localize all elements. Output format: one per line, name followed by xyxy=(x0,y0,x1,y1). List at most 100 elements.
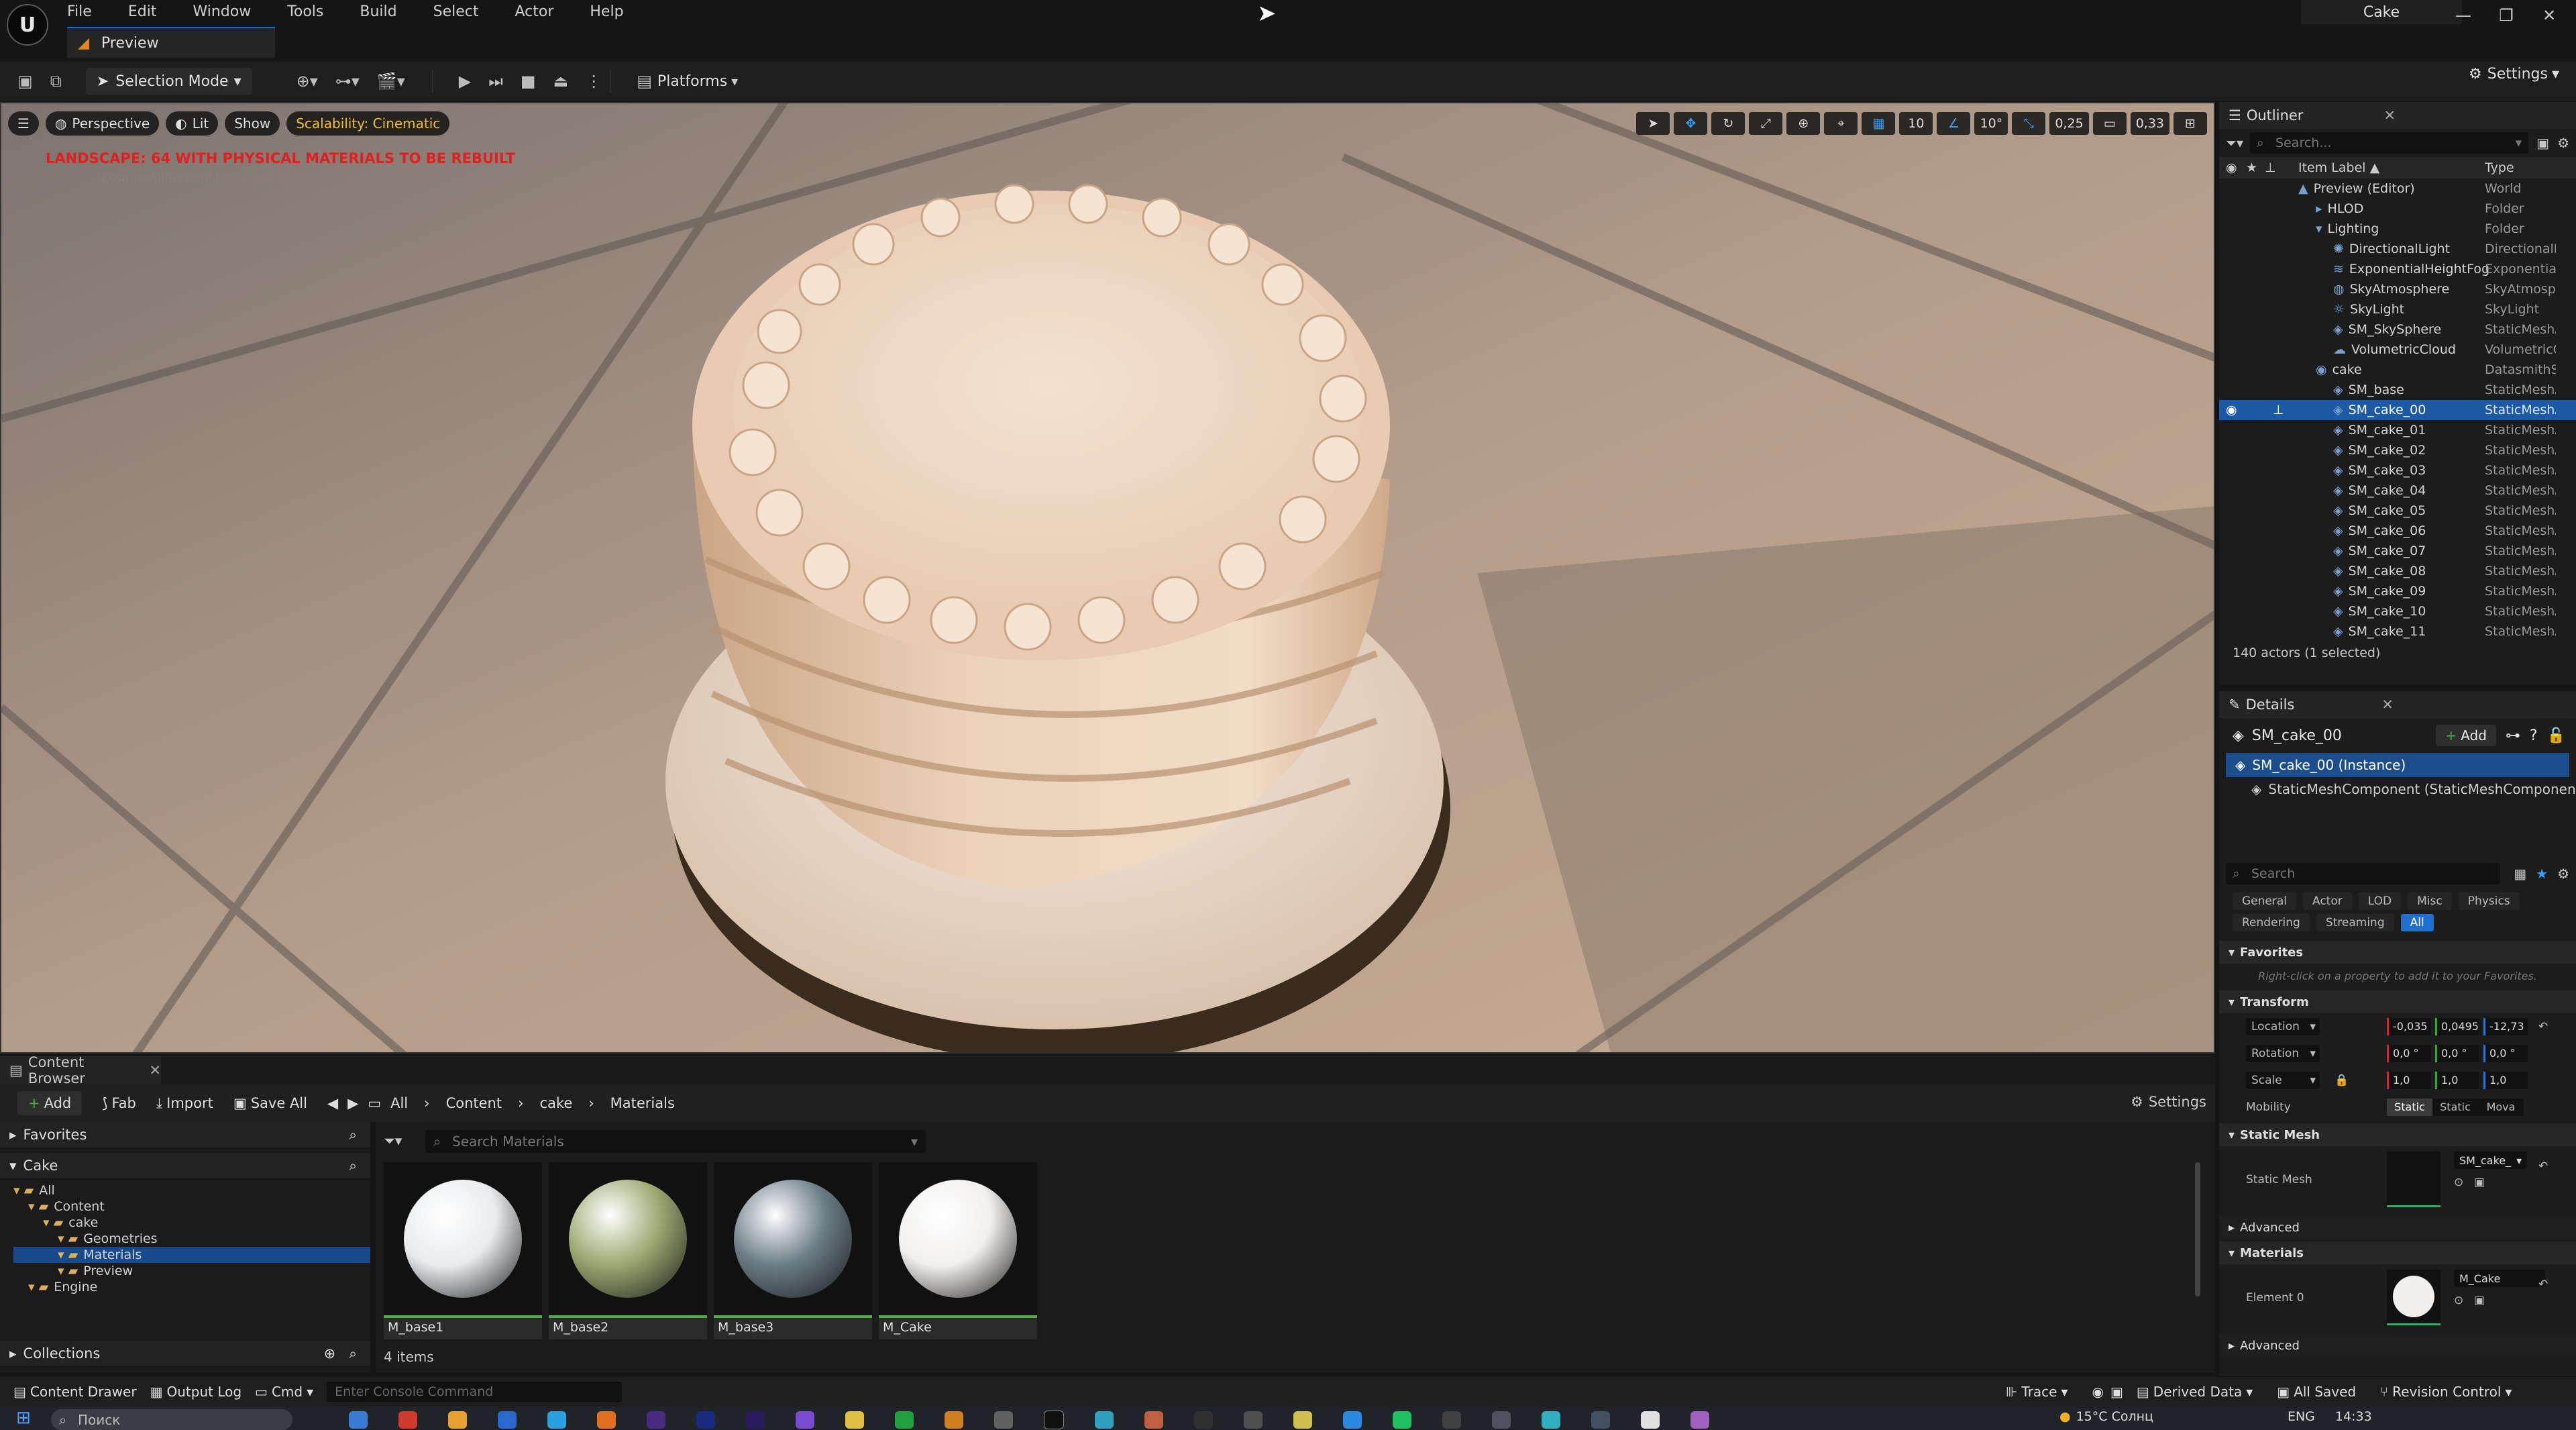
outliner-row[interactable]: ◈ SM_SkySphere StaticMeshActor xyxy=(2219,319,2576,340)
material-thumbnail[interactable] xyxy=(2387,1270,2440,1325)
app-icon[interactable] xyxy=(448,1411,467,1429)
folder-tree-item[interactable]: ▾ ▰ Content xyxy=(13,1198,370,1215)
show-button[interactable]: Show xyxy=(225,111,280,136)
component-row[interactable]: ◈ StaticMeshComponent (StaticMeshCompone… xyxy=(2219,777,2576,801)
pin-column-icon[interactable]: ⊥ xyxy=(2265,160,2276,175)
maximize-button[interactable]: ❐ xyxy=(2485,6,2528,25)
save-all-button[interactable]: ▣ Save All xyxy=(233,1095,307,1111)
visibility-icon[interactable]: ◉ xyxy=(2226,403,2237,417)
instance-row[interactable]: ◈ SM_cake_00 (Instance) xyxy=(2226,753,2569,777)
folder-tree-item[interactable]: ▾ ▰ All xyxy=(13,1182,370,1198)
filter-icon[interactable]: ⏷▾ xyxy=(2226,135,2243,151)
filter-streaming[interactable]: Streaming xyxy=(2316,914,2394,931)
asset-tile[interactable]: M_Cake xyxy=(879,1162,1037,1339)
favorites-section[interactable]: ▾ Favorites xyxy=(2219,941,2576,964)
rotation-snap-value[interactable]: 10° xyxy=(1974,112,2008,135)
app-icon[interactable] xyxy=(349,1411,368,1429)
outliner-row[interactable]: ✺ DirectionalLight DirectionalLight xyxy=(2219,239,2576,259)
app-icon[interactable] xyxy=(696,1411,715,1429)
browse-icon[interactable]: ⊙ xyxy=(2454,1176,2463,1189)
outliner-row[interactable]: ◈ SM_cake_10 StaticMeshActor xyxy=(2219,601,2576,621)
app-icon[interactable] xyxy=(498,1411,517,1429)
breadcrumb-content[interactable]: Content xyxy=(446,1095,502,1111)
rotation-y[interactable]: 0,0 ° xyxy=(2435,1045,2479,1062)
location-dropdown[interactable]: Location ▾ xyxy=(2246,1018,2320,1035)
blueprint-icon[interactable]: ⊶ xyxy=(2506,727,2520,744)
filter-physics[interactable]: Physics xyxy=(2458,892,2520,910)
taskbar-search-input[interactable]: ⌕ Поиск xyxy=(51,1409,292,1430)
folder-tree-item[interactable]: ▾ ▰ Geometries xyxy=(13,1231,370,1247)
app-icon[interactable] xyxy=(1044,1411,1064,1429)
app-icon[interactable] xyxy=(1591,1411,1610,1429)
scale-z[interactable]: 1,0 xyxy=(2483,1072,2528,1089)
outliner-row[interactable]: ◈ SM_cake_01 StaticMeshActor xyxy=(2219,420,2576,440)
content-browser-tab[interactable]: ▤ Content Browser ✕ xyxy=(0,1054,161,1086)
all-saved-button[interactable]: ▣ All Saved xyxy=(2277,1384,2356,1400)
scale-snap-icon[interactable]: ⤡ xyxy=(2012,112,2046,135)
record-icon[interactable]: ◉ xyxy=(2092,1384,2104,1400)
asset-view-scrollbar[interactable] xyxy=(2195,1162,2200,1296)
advanced-materials-section[interactable]: ▸ Advanced xyxy=(2219,1334,2576,1357)
grid-snap-icon[interactable]: ▦ xyxy=(1862,112,1896,135)
outliner-row[interactable]: ◈ SM_cake_09 StaticMeshActor xyxy=(2219,581,2576,601)
app-icon[interactable] xyxy=(1343,1411,1362,1429)
outliner-row[interactable]: ▲ Preview (Editor) World xyxy=(2219,178,2576,199)
app-icon[interactable] xyxy=(994,1411,1013,1429)
app-icon[interactable] xyxy=(796,1411,814,1429)
breadcrumb-cake[interactable]: cake xyxy=(540,1095,573,1111)
filter-icon[interactable]: ⏷▾ xyxy=(384,1133,402,1150)
type-column[interactable]: Type xyxy=(2485,160,2514,175)
play-options-icon[interactable]: ⋮ xyxy=(586,72,602,91)
item-label-column[interactable]: Item Label ▲ xyxy=(2298,160,2379,175)
menu-actor[interactable]: Actor xyxy=(515,3,554,20)
app-icon[interactable] xyxy=(547,1411,566,1429)
reset-icon[interactable]: ↶ xyxy=(2538,1160,2548,1173)
close-icon[interactable]: ✕ xyxy=(2381,697,2394,713)
app-icon[interactable] xyxy=(1641,1411,1660,1429)
rotation-z[interactable]: 0,0 ° xyxy=(2483,1045,2528,1062)
use-selected-icon[interactable]: ▣ xyxy=(2474,1176,2485,1189)
collections-section[interactable]: ▸ Collections ⊕ ⌕ xyxy=(0,1341,370,1368)
outliner-row[interactable]: ☼ SkyLight SkyLight xyxy=(2219,299,2576,319)
outliner-row[interactable]: ≋ ExponentialHeightFogExponentialHeightFo… xyxy=(2219,259,2576,279)
import-button[interactable]: ⤓ Import xyxy=(156,1095,213,1112)
add-component-button[interactable]: + Add xyxy=(2436,725,2496,746)
scale-y[interactable]: 1,0 xyxy=(2435,1072,2479,1089)
mobility-movable[interactable]: Mova xyxy=(2478,1099,2524,1116)
content-drawer-button[interactable]: ▤ Content Drawer xyxy=(13,1384,137,1400)
revision-control-button[interactable]: ⑂ Revision Control ▾ xyxy=(2380,1384,2512,1400)
outliner-row[interactable]: ◈ SM_cake_08 StaticMeshActor xyxy=(2219,561,2576,581)
filter-all[interactable]: All xyxy=(2400,914,2434,931)
grid-snap-value[interactable]: 10 xyxy=(1899,112,1933,135)
outliner-row[interactable]: ◈ SM_base StaticMeshActor xyxy=(2219,380,2576,400)
cmd-dropdown[interactable]: ▭ Cmd ▾ xyxy=(255,1384,313,1400)
favorites-star-icon[interactable]: ★ xyxy=(2536,866,2548,882)
translate-tool-icon[interactable]: ✥ xyxy=(1674,112,1708,135)
history-back-icon[interactable]: ◀ xyxy=(327,1095,338,1111)
material-picker[interactable]: M_Cake xyxy=(2454,1270,2545,1287)
filter-rendering[interactable]: Rendering xyxy=(2233,914,2310,931)
menu-edit[interactable]: Edit xyxy=(128,3,157,20)
outliner-row[interactable]: ◈ SM_cake_02 StaticMeshActor xyxy=(2219,440,2576,460)
app-icon[interactable] xyxy=(1244,1411,1263,1429)
rotate-tool-icon[interactable]: ↻ xyxy=(1711,112,1746,135)
app-icon[interactable] xyxy=(1690,1411,1709,1429)
rotation-x[interactable]: 0,0 ° xyxy=(2387,1045,2431,1062)
app-icon[interactable] xyxy=(895,1411,914,1429)
filter-misc[interactable]: Misc xyxy=(2408,892,2452,910)
reset-icon[interactable]: ↶ xyxy=(2538,1020,2548,1033)
app-icon[interactable] xyxy=(398,1411,417,1429)
location-z[interactable]: -12,73 xyxy=(2483,1018,2528,1035)
location-x[interactable]: -0,035 xyxy=(2387,1018,2431,1035)
content-browser-settings-button[interactable]: ⚙ Settings xyxy=(2131,1094,2206,1110)
breadcrumb-all[interactable]: All xyxy=(390,1095,408,1111)
step-icon[interactable]: ⏭ xyxy=(488,72,503,91)
play-icon[interactable]: ▶ xyxy=(459,72,471,91)
surface-snap-icon[interactable]: ⌖ xyxy=(1824,112,1858,135)
static-mesh-thumbnail[interactable] xyxy=(2387,1152,2440,1207)
folder-tree-item[interactable]: ▾ ▰ cake xyxy=(13,1215,370,1231)
app-icon[interactable] xyxy=(647,1411,665,1429)
app-icon[interactable] xyxy=(1194,1411,1213,1429)
menu-window[interactable]: Window xyxy=(193,3,251,20)
lock-icon[interactable]: 🔒 xyxy=(2334,1074,2349,1087)
